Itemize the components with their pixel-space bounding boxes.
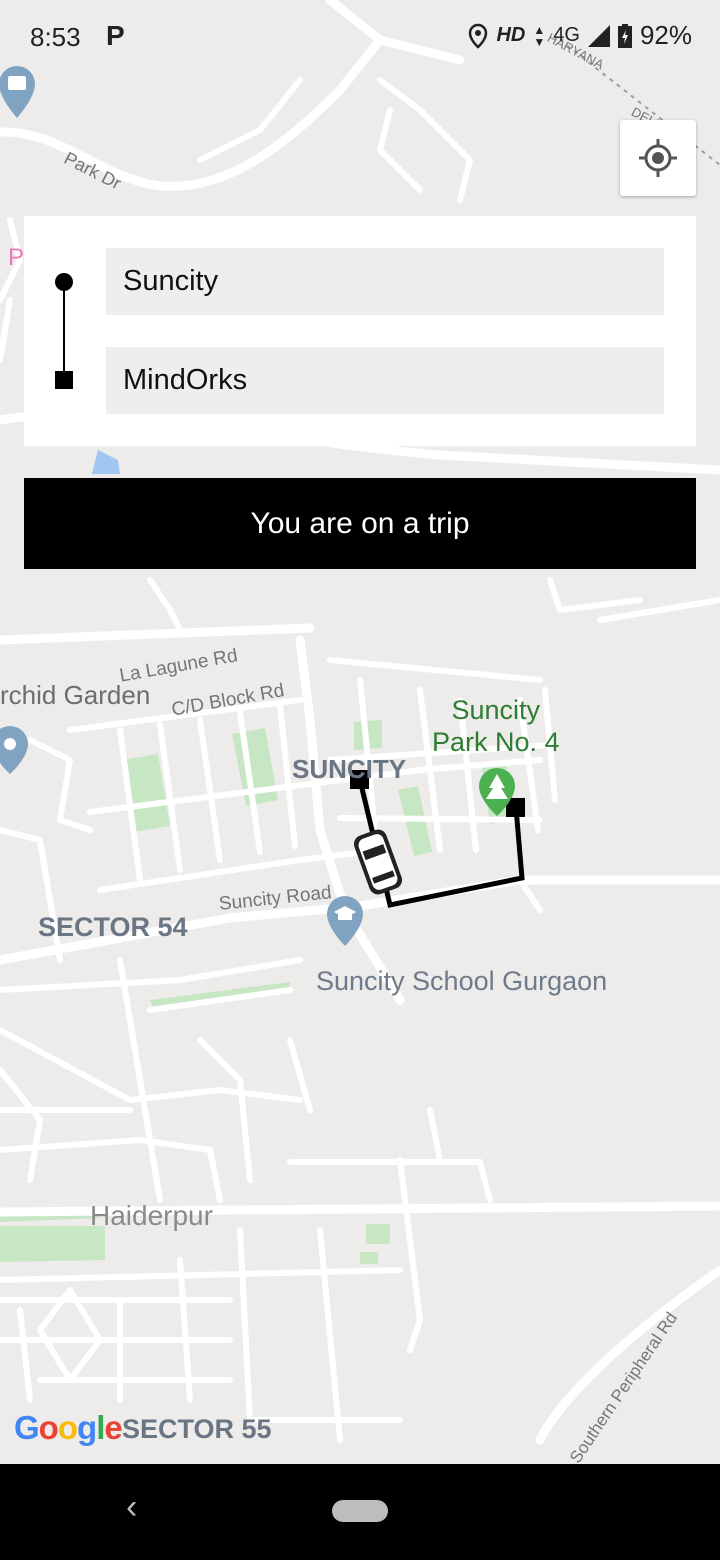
battery-icon	[617, 23, 632, 48]
map-label-haiderpur: Haiderpur	[90, 1200, 213, 1231]
map-label-orchid-garden: rchid Garden	[0, 680, 151, 710]
network-type: HD	[496, 24, 526, 46]
map-label-suncity-park-line1: Suncity	[451, 695, 541, 725]
my-location-icon	[639, 139, 677, 177]
drop-field[interactable]: MindOrks	[106, 347, 664, 414]
pickup-field[interactable]: Suncity	[106, 248, 664, 315]
location-icon	[469, 23, 488, 49]
my-location-button[interactable]	[620, 120, 696, 196]
map-label-suncity-park-line2: Park No. 4	[432, 727, 560, 757]
google-attribution: Google	[14, 1409, 123, 1446]
trip-status-banner: You are on a trip	[24, 478, 696, 569]
drop-square-icon	[55, 371, 73, 389]
battery-level: 92%	[639, 20, 692, 50]
map-label-suncity: SUNCITY	[292, 754, 407, 784]
signal-type: 4G	[553, 24, 580, 46]
status-time: 8:53	[30, 22, 81, 52]
home-button[interactable]	[332, 1500, 388, 1522]
back-button[interactable]: ‹	[126, 1488, 137, 1527]
status-bar: 8:53 P HD ▲ ▼ 4G 92%	[0, 0, 720, 72]
map-label-sector-55: SECTOR 55	[122, 1414, 272, 1444]
data-arrows-icon: ▲ ▼	[533, 22, 546, 49]
status-icons: HD ▲ ▼ 4G 92%	[468, 20, 692, 51]
parking-p-icon: P	[106, 20, 125, 51]
route-connector	[63, 282, 65, 382]
signal-icon	[587, 24, 610, 47]
map-label-suncity-park: Suncity Park No. 4	[432, 694, 560, 758]
trip-location-card: Suncity MindOrks	[24, 216, 696, 446]
map-label-p: P	[8, 244, 25, 271]
map-label-suncity-school: Suncity School Gurgaon	[316, 966, 608, 996]
map-label-sector-54: SECTOR 54	[38, 912, 188, 942]
